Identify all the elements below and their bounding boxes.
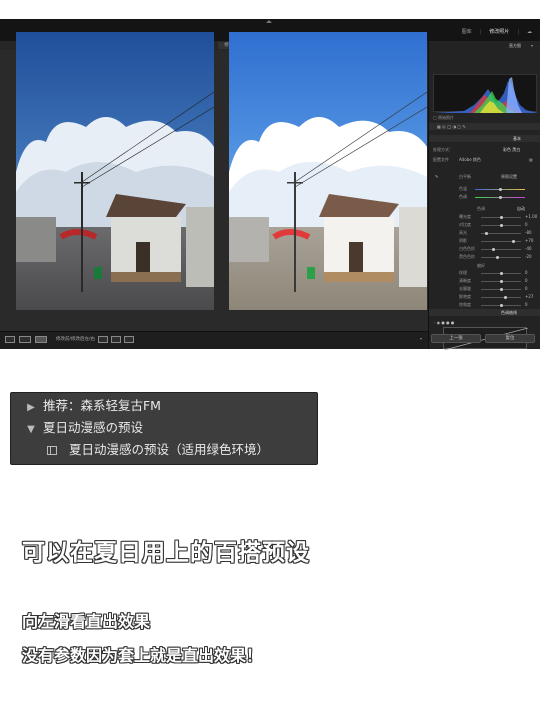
slider-value[interactable]: +1.00 [525,214,537,219]
wb-value[interactable]: 原照设置 [501,174,517,180]
curve-channel-icons[interactable]: ◦ ◉ ● ● ● [433,320,454,325]
previous-button[interactable]: 上一张 [431,334,481,343]
preset-item-label: 夏日动漫感の预设（适用绿色环境） [68,442,269,457]
collapse-top-icon[interactable] [266,20,272,23]
before-photo [16,32,214,310]
develop-panel: 直方图 ▾ □ 原始照片 ▦ ◎ ◯ ◑ ▢ ✎ 基本 处理方式： 彩色 黑白 … [428,41,540,351]
slider-value[interactable]: 0 [525,222,528,227]
after-photo-image [229,32,427,310]
slider-knob[interactable] [499,216,503,219]
profile-value[interactable]: Adobe 颜色 [459,157,481,163]
caption-line-2: 没有参数因为套上就是直出效果！ [22,646,263,665]
slider-label: 曝光度 [459,214,471,219]
histogram-label[interactable]: 直方图 [509,43,521,49]
slider-knob[interactable] [499,280,503,283]
slider-label: 阴影 [459,238,467,243]
view-mode-label: 修改前/修改后左/右 [56,337,96,342]
swap-icon[interactable] [98,336,108,343]
slider-value[interactable]: 0 [525,278,528,283]
copy-settings-icon[interactable] [111,336,121,343]
slider-value[interactable]: +70 [525,238,533,243]
caption-line-1: 向左滑看直出效果 [22,612,151,631]
adjustment-slider[interactable] [481,257,521,258]
tone-curve-header[interactable]: 色调曲线 [429,309,540,316]
slider-knob[interactable] [499,288,503,291]
slider-knob[interactable] [512,240,516,243]
preset-list: ▶ 推荐：森系轻复古FM ▼ 夏日动漫感の预设 夏日动漫感の预设（适用绿色环境） [10,392,318,465]
preset-group-label: 夏日动漫感の预设 [42,420,143,435]
tone-label: 色调 [477,206,485,211]
collapse-arrow-icon[interactable]: ▼ [23,419,39,441]
slider-label: 清晰度 [459,278,471,283]
module-separator: | [517,28,519,35]
wb-eyedropper-icon[interactable]: ✎ [435,174,438,179]
module-separator: | [479,28,482,35]
original-photo-label: □ 原始照片 [433,115,455,120]
wb-label: 白平衡 [459,174,471,179]
slider-value[interactable]: 0 [525,302,528,307]
slider-value[interactable]: -40 [525,246,532,251]
tone-curve-label: 色调曲线 [501,310,517,315]
histogram [433,74,538,113]
slider-label: 色调 [459,194,467,199]
temp-slider-knob[interactable] [499,188,502,191]
module-picker: 图库 | 修改照片 | ☁ [462,28,532,36]
slider-knob[interactable] [499,272,503,275]
presence-label: 偏好 [477,263,485,268]
before-after-icon[interactable] [19,336,31,343]
tool-icons[interactable]: ▦ ◎ ◯ ◑ ▢ ✎ [437,124,466,129]
slider-knob[interactable] [495,256,499,259]
profile-browser-icon[interactable]: ▦ [529,157,533,162]
slider-value[interactable]: 0 [525,270,528,275]
preset-group-label: 推荐：森系轻复古FM [42,398,161,413]
slider-label: 饱和度 [459,302,471,307]
slider-label: 去朦胧 [459,286,471,291]
slider-label: 纹理 [459,270,467,275]
toolbar-menu-icon[interactable]: ▾ [420,336,422,341]
slider-value[interactable]: -20 [525,254,532,259]
treatment-label: 处理方式： [433,147,453,152]
expand-arrow-icon[interactable]: ▶ [23,397,39,419]
slider-label: 鲜艳度 [459,294,471,299]
slider-label: 黑色色阶 [459,254,475,259]
preset-group-recommended[interactable]: ▶ 推荐：森系轻复古FM [11,395,317,417]
before-after-split-icon[interactable] [35,336,47,343]
module-develop[interactable]: 修改照片 [489,28,509,35]
loupe-view-icon[interactable] [5,336,15,343]
tool-strip: ▦ ◎ ◯ ◑ ▢ ✎ [429,123,540,130]
preset-icon [47,446,57,455]
slider-value[interactable]: -80 [525,230,532,235]
slider-label: 白色色阶 [459,246,475,251]
slider-knob[interactable] [492,248,496,251]
collapse-panel-icon[interactable]: ▾ [531,43,533,48]
reset-button[interactable]: 复位 [485,334,535,343]
adjustment-slider[interactable] [481,249,521,250]
module-library[interactable]: 图库 [462,28,472,35]
basic-panel-header[interactable]: 基本 [429,135,540,142]
tint-slider-knob[interactable] [499,196,502,199]
slider-label: 高光 [459,230,467,235]
slider-knob[interactable] [499,224,503,227]
slider-label: 色温 [459,186,467,191]
slider-label: 对比度 [459,222,471,227]
profile-label: 配置文件 [433,157,449,162]
cloud-icon[interactable]: ☁ [527,29,532,35]
slider-knob[interactable] [484,232,488,235]
tone-auto-button[interactable]: 自动 [517,206,525,212]
slider-value[interactable]: +27 [525,294,533,299]
slider-knob[interactable] [499,304,503,307]
treatment-color[interactable]: 彩色 黑白 [503,147,520,153]
basic-panel-label: 基本 [513,136,521,141]
preset-group-summer[interactable]: ▼ 夏日动漫感の预设 [11,417,317,439]
adjustment-slider[interactable] [481,297,521,298]
soft-proof-icon[interactable] [124,336,134,343]
page-heading: 可以在夏日用上的百搭预设 [22,540,310,566]
preset-item-summer-green[interactable]: 夏日动漫感の预设（适用绿色环境） [11,439,317,461]
histogram-graph [434,77,538,113]
after-photo [229,32,427,310]
slider-value[interactable]: 0 [525,286,528,291]
before-photo-image [16,32,214,310]
